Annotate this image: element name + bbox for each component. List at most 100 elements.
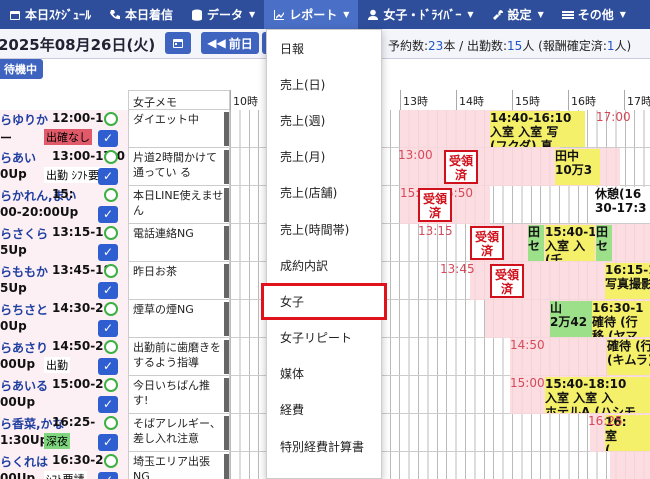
check-icon[interactable]: ✓ <box>98 244 118 261</box>
memo-scroll[interactable] <box>224 454 229 479</box>
memo-text: 電話連絡NG <box>133 227 194 240</box>
reservation-block[interactable]: 田 セ <box>528 225 544 261</box>
girl-name[interactable]: らちさと <box>0 301 48 318</box>
shift-sub: 00-20:00Up <box>0 205 79 219</box>
nav-report[interactable]: レポート ▼ <box>264 0 359 29</box>
nav-settings[interactable]: 設定 ▼ <box>483 0 553 29</box>
database-icon <box>192 9 203 21</box>
nav-label: その他 <box>577 8 614 22</box>
girl-name[interactable]: らさくら <box>0 225 48 242</box>
time-mark: 17:00 <box>596 110 631 124</box>
calendar-button[interactable] <box>165 32 191 54</box>
check-icon[interactable]: ✓ <box>98 472 118 479</box>
check-icon[interactable]: ✓ <box>98 168 118 185</box>
girl-cell[interactable]: らゆりか 12:00-1 ー 出確なし ✓ <box>0 110 128 148</box>
more-icon <box>561 10 574 19</box>
shift-time: 12:00-1 <box>52 111 104 125</box>
status-circle-icon <box>104 454 118 468</box>
reservation-block[interactable]: 16:30-1 確待 (行 移 (ヤマ <box>592 301 650 337</box>
report-menu-item[interactable]: 売上(日) <box>267 66 381 102</box>
check-icon[interactable]: ✓ <box>98 130 118 147</box>
report-menu-item[interactable]: 媒体 <box>267 356 381 392</box>
report-menu-item[interactable]: 売上(店舗) <box>267 175 381 211</box>
time-mark: 16:25 <box>588 414 623 428</box>
reservation-block[interactable]: 確待 (行 (キムラ) <box>607 339 650 375</box>
memo-scroll[interactable] <box>224 264 229 298</box>
reservation-block[interactable]: 田中 10万3 <box>555 149 600 185</box>
girl-cell[interactable]: らかれん,まい 15: 00-20:00Up ✓ <box>0 186 128 224</box>
chevron-down-icon: ▼ <box>249 10 256 19</box>
girl-cell[interactable]: らちさと 14:30-2 0Up ✓ <box>0 300 128 338</box>
received-stamp: 受領 済 <box>490 264 524 298</box>
girl-name[interactable]: らあいる <box>0 377 48 394</box>
reservation-block[interactable]: 田 セ <box>596 225 612 261</box>
check-icon[interactable]: ✓ <box>98 320 118 337</box>
memo-scroll[interactable] <box>224 378 229 412</box>
check-icon[interactable]: ✓ <box>98 206 118 223</box>
memo-scroll[interactable] <box>224 112 229 146</box>
report-menu-item[interactable]: 成約内訳 <box>267 247 381 283</box>
reservation-band[interactable] <box>610 452 650 479</box>
check-icon[interactable]: ✓ <box>98 282 118 299</box>
waiting-badge[interactable]: 待機中 <box>0 59 43 79</box>
memo-scroll[interactable] <box>224 340 229 374</box>
reservation-block[interactable]: 15:40-1 入室 入 (千 <box>545 225 595 261</box>
girl-name[interactable]: らあい <box>0 149 36 166</box>
reservation-block[interactable]: 14:40-16:10 入室 入室 写 (フクダ) 真 <box>490 111 585 147</box>
nav-today-calls[interactable]: 本日着信 <box>100 0 182 29</box>
nav-data[interactable]: データ ▼ <box>182 0 264 29</box>
nav-girls-drivers[interactable]: 女子・ﾄﾞﾗｲﾊﾞｰ ▼ <box>358 0 482 29</box>
girl-cell[interactable]: らさくら 13:15-1 5Up ✓ <box>0 224 128 262</box>
girl-name[interactable]: らゆりか <box>0 111 48 128</box>
memo-scroll[interactable] <box>224 188 229 222</box>
attendance-count: 15 <box>507 39 523 53</box>
nav-label: 本日ｽｹｼﾞｭｰﾙ <box>25 8 92 22</box>
memo-scroll[interactable] <box>224 302 229 336</box>
shift-tag: 出確なし <box>44 129 92 145</box>
report-menu-item[interactable]: 女子 <box>261 283 387 320</box>
calendar-icon <box>173 39 183 48</box>
girl-memo: 本日LINE使えません <box>128 186 230 224</box>
girl-cell[interactable]: らももか 13:45-18: 5Up ✓ <box>0 262 128 300</box>
girl-cell[interactable]: らあいる 15:00-2 00Up ✓ <box>0 376 128 414</box>
check-icon[interactable]: ✓ <box>98 396 118 413</box>
shift-time: 15:00-2 <box>52 377 104 391</box>
report-menu-item[interactable]: 売上(月) <box>267 139 381 175</box>
nav-today-schedule[interactable]: 本日ｽｹｼﾞｭｰﾙ <box>0 0 100 29</box>
confirmed-count: 1 <box>606 39 615 53</box>
chevron-down-icon: ▼ <box>467 10 474 19</box>
girl-cell[interactable]: ら香菜,かな 16:25- 1:30Up 深夜 ✓ <box>0 414 128 452</box>
shift-time: 14:50-2 <box>52 339 104 353</box>
girl-cell[interactable]: らあい 13:00-17:0 0Up 出勤 ｼﾌﾄ要請 ✓ <box>0 148 128 186</box>
memo-scroll[interactable] <box>224 416 229 450</box>
check-icon[interactable]: ✓ <box>98 434 118 451</box>
shift-sub: 00Up <box>0 357 36 371</box>
reservation-block[interactable]: 16:15-17:4 写真撮影 <box>605 263 650 299</box>
status-circle-icon <box>104 188 118 202</box>
memo-scroll[interactable] <box>224 226 229 260</box>
report-menu-item[interactable]: 特別経費計算書 <box>267 428 381 464</box>
shift-time: 15: <box>52 187 74 201</box>
memo-scroll[interactable] <box>224 150 229 184</box>
user-icon <box>368 9 379 20</box>
reservation-block[interactable]: 休憩(16 30-17:3 <box>595 187 650 223</box>
check-icon[interactable]: ✓ <box>98 358 118 375</box>
report-menu-item[interactable]: 日報 <box>267 30 381 66</box>
report-menu-item[interactable]: 売上(週) <box>267 102 381 138</box>
report-menu-item[interactable]: 売上(時間帯) <box>267 211 381 247</box>
hour-header: 13時 <box>400 90 456 110</box>
reservation-block[interactable]: 山 2万42 <box>550 301 592 337</box>
nav-more[interactable]: その他 ▼ <box>553 0 635 29</box>
stats-label: 人 (報酬確定済: <box>522 39 607 53</box>
girl-cell[interactable]: らくれは 16:30-2 00Up ｼﾌﾄ要請 ✓ <box>0 452 128 479</box>
girl-name[interactable]: らももか <box>0 263 48 280</box>
prev-day-button[interactable]: ◀◀ 前日 <box>201 32 259 54</box>
reservation-block[interactable]: 15:40-18:10 入室 入室 入 ホテルA (ハシモ <box>545 377 650 413</box>
nav-label: 本日着信 <box>125 8 174 22</box>
memo-text: 煙草の煙NG <box>133 303 194 316</box>
report-menu-item[interactable]: 経費 <box>267 392 381 428</box>
report-menu-item[interactable]: 女子リピート <box>267 320 381 356</box>
girl-name[interactable]: らあさり <box>0 339 48 356</box>
girl-name[interactable]: らくれは <box>0 453 48 470</box>
girl-cell[interactable]: らあさり 14:50-2 00Up 出勤 ✓ <box>0 338 128 376</box>
